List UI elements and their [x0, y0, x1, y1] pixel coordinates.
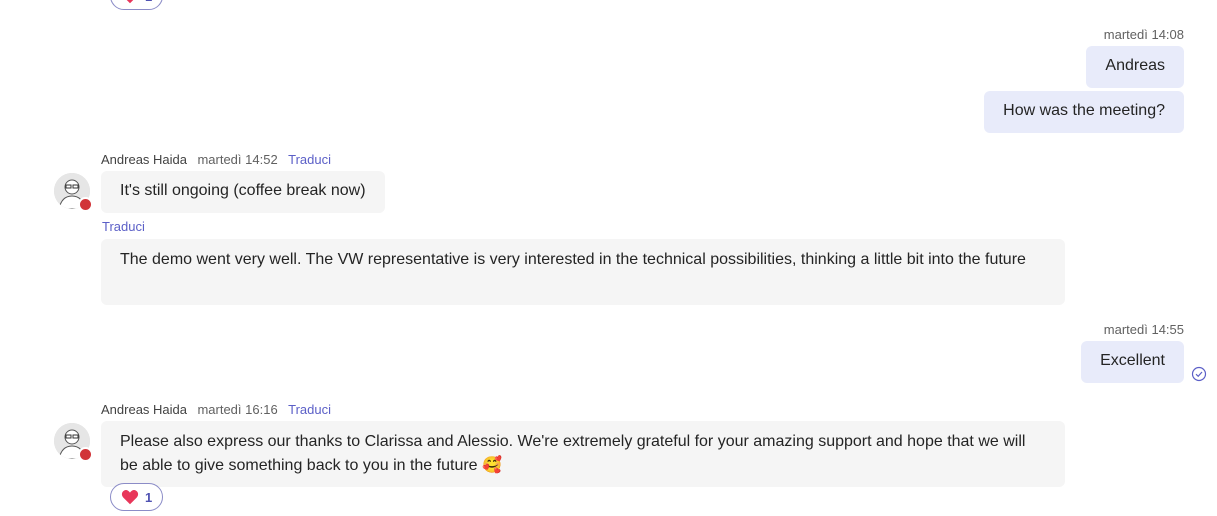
sender-name: Andreas Haida: [101, 402, 187, 417]
avatar[interactable]: [54, 173, 93, 212]
avatar[interactable]: [54, 423, 93, 462]
message-text: Please also express our thanks to Claris…: [120, 433, 1026, 474]
incoming-message[interactable]: Please also express our thanks to Claris…: [101, 421, 1065, 487]
outgoing-message[interactable]: Andreas: [1086, 46, 1184, 88]
message-timestamp: martedì 16:16: [197, 402, 278, 417]
heart-icon: [126, 0, 134, 4]
message-timestamp: martedì 14:08: [1103, 27, 1184, 42]
translate-link[interactable]: Traduci: [288, 402, 331, 417]
translate-link[interactable]: Traduci: [288, 152, 331, 167]
status-busy-indicator: [78, 447, 93, 462]
reaction-badge-top[interactable]: 1: [110, 0, 164, 10]
outgoing-message[interactable]: How was the meeting?: [984, 91, 1184, 133]
message-timestamp: martedì 14:55: [1103, 322, 1184, 337]
translate-link[interactable]: Traduci: [102, 219, 145, 234]
outgoing-message[interactable]: Excellent: [1081, 341, 1184, 383]
incoming-message[interactable]: It's still ongoing (coffee break now): [101, 171, 385, 213]
status-busy-indicator: [78, 197, 93, 212]
sender-name: Andreas Haida: [101, 152, 187, 167]
incoming-message[interactable]: The demo went very well. The VW represen…: [101, 239, 1065, 305]
reaction-count: 1: [145, 0, 152, 4]
reaction-badge[interactable]: 1: [110, 483, 164, 511]
message-timestamp: martedì 14:52: [197, 152, 278, 167]
heart-icon: [121, 490, 139, 505]
reaction-count: 1: [145, 489, 153, 505]
emoji: 🥰: [482, 457, 502, 474]
seen-check-icon: [1191, 366, 1207, 382]
